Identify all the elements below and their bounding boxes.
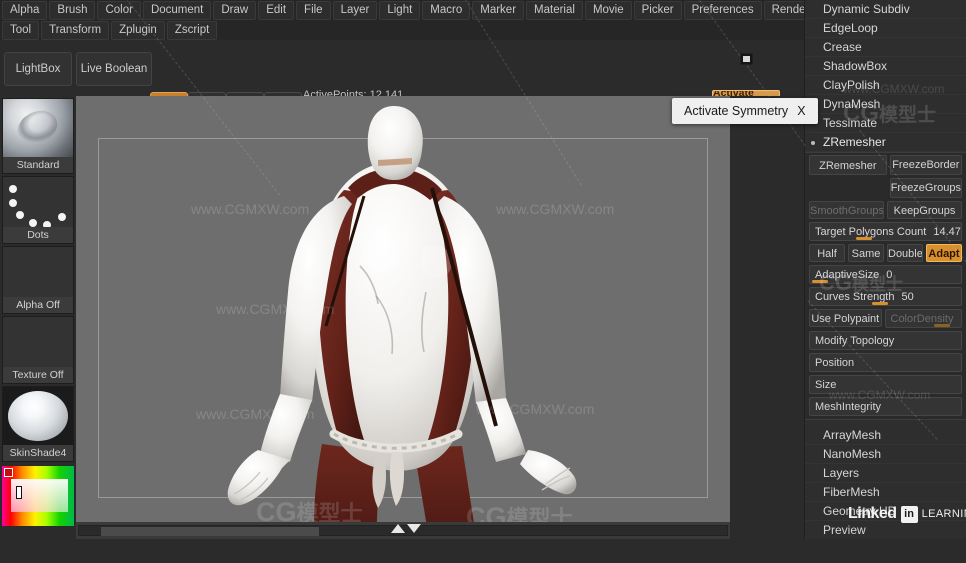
alpha-thumbnail <box>3 247 73 297</box>
stroke-dot <box>9 185 17 193</box>
color-handle[interactable] <box>16 486 22 499</box>
zremesher-panel: ZRemesher FreezeBorder FreezeGroups Smoo… <box>805 152 966 420</box>
menu-item-material[interactable]: Material <box>526 0 583 20</box>
menu-item-document[interactable]: Document <box>142 0 212 20</box>
palette-item-crease[interactable]: Crease <box>805 38 966 57</box>
menu-item-marker[interactable]: Marker <box>472 0 525 20</box>
live-boolean-button[interactable]: Live Boolean <box>76 52 152 86</box>
right-nav-toolbar: BPB SPix 3 Scroll <box>730 96 804 539</box>
alpha-slot[interactable]: Alpha Off <box>2 246 74 314</box>
brush-thumbnail <box>3 99 73 157</box>
palette-item-preview[interactable]: Preview <box>805 521 966 539</box>
mesh-integrity-button[interactable]: MeshIntegrity <box>809 397 962 416</box>
texture-thumbnail <box>3 317 73 367</box>
open-indicator-icon <box>811 141 815 145</box>
palette-item-layers[interactable]: Layers <box>805 464 966 483</box>
palette-item-geometry-hd[interactable]: Geometry HD <box>805 502 966 521</box>
palette-items-bottom: ArrayMesh NanoMesh Layers FiberMesh Geometry… <box>805 426 966 539</box>
brush-slot[interactable]: Standard <box>2 98 74 174</box>
material-label: SkinShade4 <box>3 445 73 461</box>
tool-palette[interactable]: Dynamic Subdiv EdgeLoop Crease ShadowBox Cla… <box>804 0 966 539</box>
stroke-slot[interactable]: Dots <box>2 176 74 244</box>
model-viewport[interactable] <box>76 96 730 522</box>
palette-item-nanomesh[interactable]: NanoMesh <box>805 445 966 464</box>
use-polypaint-button[interactable]: Use Polypaint <box>809 309 882 327</box>
menu-item-zscript[interactable]: Zscript <box>166 20 218 40</box>
palette-item-edgeloop[interactable]: EdgeLoop <box>805 19 966 38</box>
chevron-up-icon[interactable] <box>391 524 405 533</box>
menu-item-macro[interactable]: Macro <box>422 0 471 20</box>
menu-item-file[interactable]: File <box>296 0 331 20</box>
palette-item-zremesher[interactable]: ZRemesher <box>805 133 966 152</box>
palette-item-tessimate[interactable]: Tessimate <box>805 114 966 133</box>
menu-item-transform[interactable]: Transform <box>41 20 110 40</box>
palette-items-top: Dynamic Subdiv EdgeLoop Crease ShadowBox Cla… <box>805 0 966 133</box>
menu-item-color[interactable]: Color <box>97 0 141 20</box>
current-color-swatch[interactable] <box>4 468 13 477</box>
dots-thumbnail <box>3 177 73 227</box>
palette-item-fibermesh[interactable]: FiberMesh <box>805 483 966 502</box>
texture-label: Texture Off <box>3 367 73 383</box>
stroke-dot <box>9 199 17 207</box>
size-button[interactable]: Size <box>809 375 962 394</box>
palette-item-claypolish[interactable]: ClayPolish <box>805 76 966 95</box>
slider-knob[interactable] <box>856 237 872 240</box>
palette-item-arraymesh[interactable]: ArrayMesh <box>805 426 966 445</box>
position-button[interactable]: Position <box>809 353 962 372</box>
keep-groups-button[interactable]: KeepGroups <box>887 201 962 219</box>
tooltip-activate-symmetry: Activate Symmetry X <box>672 98 818 124</box>
tooltip-text: Activate Symmetry <box>684 104 789 118</box>
double-button[interactable]: Double <box>887 244 923 262</box>
texture-slot[interactable]: Texture Off <box>2 316 74 384</box>
target-polygons-count-slider[interactable]: Target Polygons Count 14.47324 <box>809 222 962 241</box>
menu-item-light[interactable]: Light <box>379 0 421 20</box>
stroke-dot <box>58 213 66 221</box>
freeze-groups-button[interactable]: FreezeGroups <box>889 178 962 198</box>
modify-topology-button[interactable]: Modify Topology <box>809 331 962 350</box>
alpha-label: Alpha Off <box>3 297 73 313</box>
slider-knob[interactable] <box>872 302 888 305</box>
stroke-label: Dots <box>3 227 73 243</box>
scroll-arrows[interactable] <box>391 524 421 533</box>
stroke-dot <box>29 219 37 227</box>
brush-label: Standard <box>3 157 73 173</box>
half-button[interactable]: Half <box>809 244 845 262</box>
tooltip-shortcut: X <box>797 104 806 118</box>
menu-item-alpha[interactable]: Alpha <box>2 0 48 20</box>
freeze-border-button[interactable]: FreezeBorder <box>889 155 962 175</box>
color-picker[interactable] <box>2 466 74 526</box>
menu-item-zplugin[interactable]: Zplugin <box>111 20 165 40</box>
scrollbar-thumb[interactable] <box>101 527 319 536</box>
stroke-dot <box>16 211 24 219</box>
menu-item-tool[interactable]: Tool <box>2 20 40 40</box>
palette-item-dynamic-subdiv[interactable]: Dynamic Subdiv <box>805 0 966 19</box>
menu-item-draw[interactable]: Draw <box>213 0 257 20</box>
menu-item-layer[interactable]: Layer <box>332 0 378 20</box>
menu-item-picker[interactable]: Picker <box>633 0 682 20</box>
menu-item-brush[interactable]: Brush <box>49 0 96 20</box>
palette-item-shadowbox[interactable]: ShadowBox <box>805 57 966 76</box>
color-density-slider[interactable]: ColorDensity <box>884 309 962 328</box>
left-sidebar: Standard Dots Alpha Off Texture Off Skin… <box>0 96 76 539</box>
document-canvas[interactable]: www.CGMXW.com www.CGMXW.com www.CGMXW.co… <box>76 96 730 522</box>
slider-knob[interactable] <box>933 324 950 327</box>
material-slot[interactable]: SkinShade4 <box>2 386 74 462</box>
zremesher-run-button[interactable]: ZRemesher <box>809 155 887 175</box>
same-button[interactable]: Same <box>848 244 884 262</box>
curves-strength-slider[interactable]: Curves Strength 50 <box>809 287 962 306</box>
chevron-down-icon[interactable] <box>407 524 421 533</box>
menu-item-edit[interactable]: Edit <box>258 0 295 20</box>
menu-item-preferences[interactable]: Preferences <box>683 0 762 20</box>
material-sphere-thumbnail <box>3 387 73 445</box>
smooth-groups-button[interactable]: SmoothGroups <box>809 201 884 219</box>
adaptive-size-slider[interactable]: AdaptiveSize 0 <box>809 265 962 284</box>
lightbox-button[interactable]: LightBox <box>4 52 72 86</box>
adapt-button[interactable]: Adapt <box>926 244 962 262</box>
horizontal-scrollbar[interactable] <box>76 522 730 539</box>
palette-item-dynamesh[interactable]: DynaMesh <box>805 95 966 114</box>
slider-knob[interactable] <box>812 280 828 283</box>
menu-item-movie[interactable]: Movie <box>584 0 632 20</box>
